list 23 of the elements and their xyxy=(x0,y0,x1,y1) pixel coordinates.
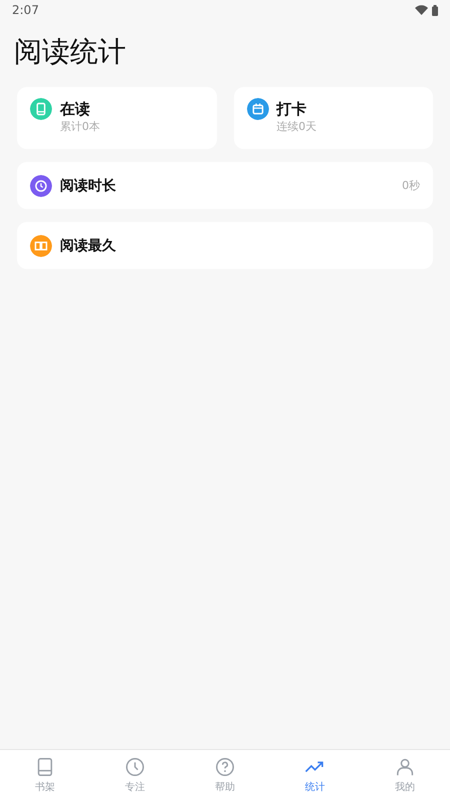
page-title: 阅读统计 xyxy=(14,34,127,70)
tab-item[interactable]: 统计 xyxy=(270,750,360,800)
row-title: 阅读最久 xyxy=(60,236,117,254)
tab-item[interactable]: 帮助 xyxy=(180,750,270,800)
tab-item[interactable]: 书架 xyxy=(0,750,90,800)
row-title: 阅读时长 xyxy=(60,176,117,194)
row-value: 0秒 xyxy=(402,178,420,193)
stat-row[interactable]: 阅读最久 xyxy=(17,222,433,269)
clock-icon xyxy=(124,756,146,778)
battery-icon xyxy=(432,4,438,16)
summary-card[interactable]: 在读 累计0本 xyxy=(17,87,216,149)
card-subtitle: 连续0天 xyxy=(276,120,316,134)
card-subtitle: 累计0本 xyxy=(60,120,100,134)
help-icon xyxy=(214,756,236,778)
summary-card[interactable]: 打卡 连续0天 xyxy=(234,87,433,149)
user-icon xyxy=(394,756,416,778)
card-title: 打卡 xyxy=(276,99,308,120)
card-title: 在读 xyxy=(60,99,91,120)
status-time: 2:07 xyxy=(12,3,39,17)
tab-item[interactable]: 我的 xyxy=(360,750,450,800)
stat-row[interactable]: 阅读时长 0秒 xyxy=(17,162,433,209)
wifi-icon xyxy=(415,5,428,15)
tab-item[interactable]: 专注 xyxy=(90,750,180,800)
